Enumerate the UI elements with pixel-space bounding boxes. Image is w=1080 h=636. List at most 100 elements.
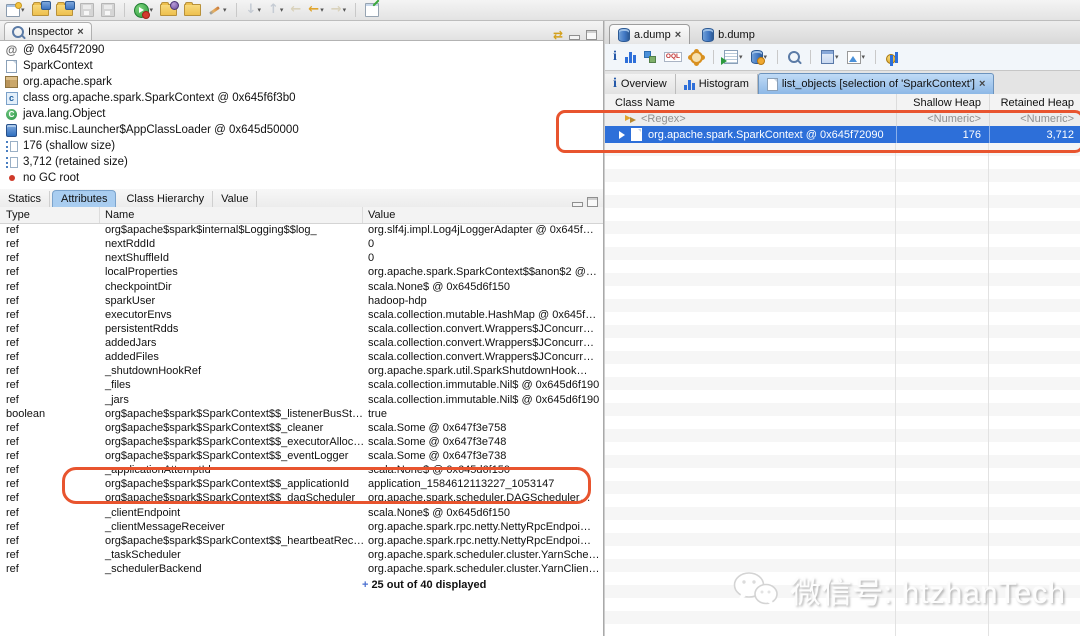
- column-divider[interactable]: [988, 143, 989, 636]
- column-header-type[interactable]: Type: [0, 207, 100, 223]
- regex-filter-field[interactable]: <Regex>: [641, 113, 686, 125]
- overview-button[interactable]: i: [611, 48, 619, 66]
- attr-value: scala.collection.immutable.Nil$ @ 0x645d…: [368, 393, 600, 406]
- tab-attributes[interactable]: Attributes: [52, 190, 117, 207]
- run-query-button[interactable]: ▾: [720, 49, 745, 65]
- inspector-item-shallow-size[interactable]: 176 (shallow size): [0, 138, 603, 154]
- new-wizard-button[interactable]: ▾: [4, 1, 27, 18]
- move-up-button: ↑ ▾: [266, 3, 285, 17]
- table-row[interactable]: ref org$apache$spark$internal$Logging$$l…: [0, 223, 603, 237]
- table-row[interactable]: ref addedJars scala.collection.convert.W…: [0, 336, 603, 350]
- table-row[interactable]: ref _jars scala.collection.immutable.Nil…: [0, 393, 603, 407]
- inspector-item-classloader[interactable]: sun.misc.Launcher$AppClassLoader @ 0x645…: [0, 122, 603, 138]
- inspector-item-class[interactable]: c class org.apache.spark.SparkContext @ 0…: [0, 90, 603, 106]
- expand-arrow-icon[interactable]: [619, 130, 625, 139]
- dropdown-arrow-icon: ▾: [835, 53, 839, 61]
- table-row[interactable]: ref nextRddId 0: [0, 237, 603, 251]
- inspector-item-superclass[interactable]: Cjava.lang.Object: [0, 106, 603, 122]
- inspector-item-retained-size[interactable]: 3,712 (retained size): [0, 154, 603, 170]
- calculate-retained-size-button[interactable]: ▾: [819, 49, 841, 65]
- selected-object-row[interactable]: org.apache.spark.SparkContext @ 0x645f72…: [605, 126, 1080, 143]
- tab-b-dump[interactable]: b.dump: [694, 25, 763, 44]
- tab-inspector[interactable]: Inspector ×: [4, 22, 92, 40]
- table-row[interactable]: ref _files scala.collection.immutable.Ni…: [0, 378, 603, 392]
- inspector-item-address[interactable]: @ @ 0x645f72090: [0, 42, 603, 58]
- attr-type: boolean: [6, 407, 46, 420]
- close-icon[interactable]: ×: [979, 79, 985, 90]
- forward-button[interactable]: → ▾: [329, 3, 348, 17]
- histogram-button[interactable]: [623, 51, 638, 64]
- tab-overview[interactable]: i Overview: [605, 74, 676, 94]
- export-button[interactable]: ▾: [845, 50, 868, 65]
- table-row[interactable]: ref _clientMessageReceiver org.apache.sp…: [0, 520, 603, 534]
- table-row[interactable]: boolean org$apache$spark$SparkContext$$_…: [0, 407, 603, 421]
- attr-name: _jars: [105, 393, 129, 406]
- attr-name: org$apache$spark$SparkContext$$_cleaner: [105, 421, 324, 434]
- compare-button[interactable]: [884, 50, 901, 65]
- close-icon[interactable]: ×: [77, 26, 83, 37]
- column-header-shallow-heap[interactable]: Shallow Heap: [897, 94, 990, 111]
- back-button[interactable]: ← ▾: [306, 3, 325, 17]
- table-row[interactable]: ref _clientEndpoint scala.None$ @ 0x645d…: [0, 506, 603, 520]
- import-heap-dump-button[interactable]: [54, 1, 75, 17]
- close-icon[interactable]: ×: [675, 29, 681, 40]
- table-row[interactable]: ref org$apache$spark$SparkContext$$_hear…: [0, 534, 603, 548]
- open-report-button[interactable]: [158, 1, 180, 17]
- maximize-icon[interactable]: [586, 29, 597, 40]
- table-row[interactable]: ref _shutdownHookRef org.apache.spark.ut…: [0, 364, 603, 378]
- thread-overview-button[interactable]: [688, 50, 705, 65]
- table-row[interactable]: ref org$apache$spark$SparkContext$$_appl…: [0, 477, 603, 491]
- minimize-icon[interactable]: [569, 35, 580, 40]
- attr-name: org$apache$spark$SparkContext$$_applicat…: [105, 478, 350, 491]
- tab-statics[interactable]: Statics: [0, 191, 51, 207]
- search-button[interactable]: [786, 50, 802, 64]
- retained-heap-filter-field[interactable]: <Numeric>: [990, 111, 1080, 126]
- expand-more-icon[interactable]: +: [362, 579, 368, 591]
- watermark: 微信号: htzhanTech: [731, 568, 1066, 612]
- open-heap-dump-button[interactable]: [30, 1, 51, 17]
- table-row[interactable]: ref org$apache$spark$SparkContext$$_even…: [0, 449, 603, 463]
- oql-button[interactable]: OQL: [662, 51, 684, 64]
- acquire-heap-dump-button[interactable]: ▾: [132, 2, 156, 19]
- rows-displayed-status[interactable]: +25 out of 40 displayed: [0, 579, 603, 591]
- table-row[interactable]: ref org$apache$spark$SparkContext$$_clea…: [0, 421, 603, 435]
- filter-row: <Regex> <Numeric> <Numeric>: [605, 111, 1080, 126]
- inspector-item-object[interactable]: SparkContext: [0, 58, 603, 74]
- column-header-class-name[interactable]: Class Name: [605, 94, 897, 111]
- table-row[interactable]: ref addedFiles scala.collection.convert.…: [0, 350, 603, 364]
- pin-editor-button[interactable]: [363, 2, 381, 18]
- save-button: [78, 2, 96, 18]
- maximize-icon[interactable]: [587, 196, 598, 207]
- tab-histogram[interactable]: Histogram: [675, 74, 758, 94]
- table-row[interactable]: ref localProperties org.apache.spark.Spa…: [0, 265, 603, 279]
- inspector-item-package[interactable]: org.apache.spark: [0, 74, 603, 90]
- open-file-button[interactable]: [182, 2, 203, 17]
- column-header-name[interactable]: Name: [100, 207, 363, 223]
- table-row[interactable]: ref org$apache$spark$SparkContext$$_exec…: [0, 435, 603, 449]
- column-header-value[interactable]: Value: [363, 207, 603, 223]
- tab-list-objects[interactable]: list_objects [selection of 'SparkContext…: [757, 73, 995, 94]
- shallow-heap-filter-field[interactable]: <Numeric>: [897, 111, 990, 126]
- tab-class-hierarchy[interactable]: Class Hierarchy: [118, 191, 214, 207]
- table-row[interactable]: ref nextShuffleId 0: [0, 251, 603, 265]
- heap-dump-actions-button[interactable]: ▾: [749, 49, 770, 65]
- column-header-retained-heap[interactable]: Retained Heap: [990, 94, 1080, 111]
- report-badge-icon: [170, 1, 180, 10]
- table-row[interactable]: ref _schedulerBackend org.apache.spark.s…: [0, 562, 603, 576]
- table-row[interactable]: ref sparkUser hadoop-hdp: [0, 294, 603, 308]
- query-browser-button[interactable]: ▾: [206, 3, 229, 18]
- table-row[interactable]: ref _applicationAttemptId scala.None$ @ …: [0, 463, 603, 477]
- table-row[interactable]: ref _taskScheduler org.apache.spark.sche…: [0, 548, 603, 562]
- table-row[interactable]: ref executorEnvs scala.collection.mutabl…: [0, 308, 603, 322]
- compare-icon: [886, 51, 899, 64]
- tab-a-dump[interactable]: a.dump ×: [609, 24, 691, 44]
- link-with-snapshot-icon[interactable]: ⇄: [553, 29, 563, 41]
- attr-value: org.apache.spark.scheduler.DAGScheduler…: [368, 492, 591, 505]
- tab-value[interactable]: Value: [213, 191, 258, 207]
- inspector-item-gc-root[interactable]: no GC root: [0, 170, 603, 186]
- dominator-tree-button[interactable]: [642, 50, 658, 64]
- column-divider[interactable]: [895, 143, 896, 636]
- table-row[interactable]: ref persistentRdds scala.collection.conv…: [0, 322, 603, 336]
- table-row[interactable]: ref checkpointDir scala.None$ @ 0x645d6f…: [0, 280, 603, 294]
- table-row[interactable]: ref org$apache$spark$SparkContext$$_dagS…: [0, 491, 603, 505]
